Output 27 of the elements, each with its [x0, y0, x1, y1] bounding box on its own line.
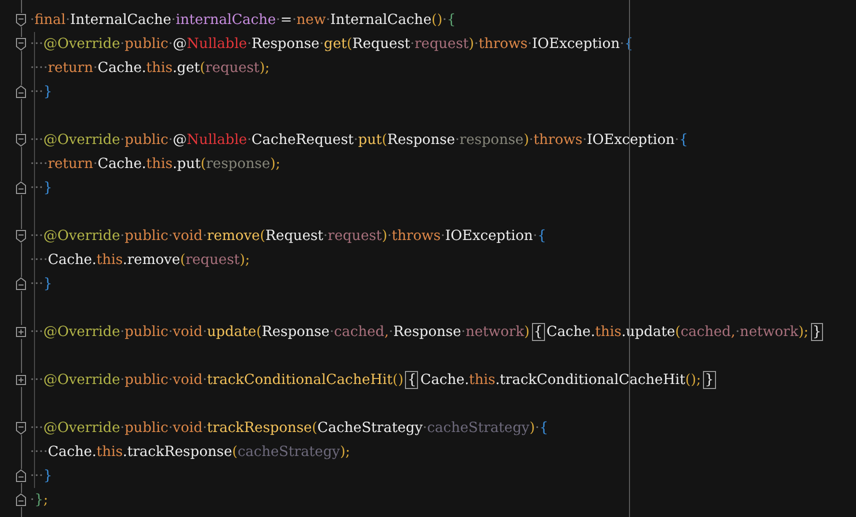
fold-expand-icon[interactable]	[15, 373, 27, 387]
code-line: ···}	[30, 467, 52, 486]
fold-end-icon[interactable]	[15, 493, 27, 507]
code-line: ···@Override·public·void·update(Response·cached,·Response·network) { Cache.this.update(cached,·network); }	[30, 322, 824, 342]
fold-end-icon[interactable]	[15, 85, 27, 99]
code-line: ···@Override·public·void·trackConditionalCacheHit() { Cache.this.trackConditionalCacheHit(); }	[30, 370, 717, 390]
code-line: ···@Override·public·@Nullable·CacheRequest·put(Response·response)·throws·IOException·{	[30, 131, 688, 150]
code-line: ···@Override·public·void·remove(Request·request)·throws·IOException·{	[30, 227, 546, 246]
fold-end-icon[interactable]	[15, 277, 27, 291]
fold-end-icon[interactable]	[15, 181, 27, 195]
fold-expand-icon[interactable]	[15, 325, 27, 339]
fold-collapse-icon[interactable]	[15, 229, 27, 243]
code-line: ···}	[30, 275, 52, 294]
code-line: ····Cache.this.remove(request);	[30, 251, 250, 270]
fold-end-icon[interactable]	[15, 469, 27, 483]
code-line: ·};	[30, 491, 48, 510]
fold-collapse-icon[interactable]	[15, 37, 27, 51]
code-line: ····return·Cache.this.put(response);	[30, 155, 280, 174]
code-line: ····Cache.this.trackResponse(cacheStrategy);	[30, 443, 350, 462]
fold-collapse-icon[interactable]	[15, 13, 27, 27]
code-line: ·final·InternalCache·internalCache·=·new·InternalCache()·{	[30, 11, 456, 30]
code-line: ···}	[30, 179, 52, 198]
code-line: ···}	[30, 83, 52, 102]
code-line: ····return·Cache.this.get(request);	[30, 59, 270, 78]
fold-collapse-icon[interactable]	[15, 421, 27, 435]
fold-collapse-icon[interactable]	[15, 133, 27, 147]
code-line: ···@Override·public·void·trackResponse(CacheStrategy·cacheStrategy)·{	[30, 419, 548, 438]
